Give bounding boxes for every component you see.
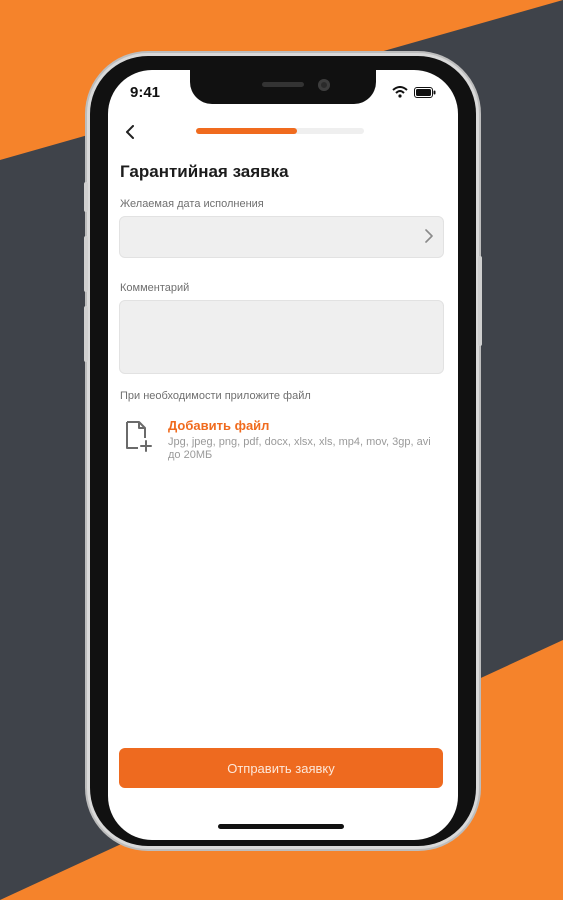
speaker — [262, 82, 304, 87]
wifi-icon — [392, 86, 408, 98]
volume-down-button — [84, 306, 88, 362]
chevron-right-icon — [425, 229, 433, 243]
battery-icon — [414, 86, 436, 98]
file-add-icon — [126, 421, 152, 452]
phone-frame: 9:41 Гарантийная заявка Желаемая дата ис… — [84, 56, 482, 846]
date-label: Желаемая дата исполнения — [120, 198, 264, 210]
allowed-formats-text: Jpg, jpeg, png, pdf, docx, xlsx, xls, mp… — [168, 436, 431, 461]
comment-label: Комментарий — [120, 282, 190, 294]
add-file-button[interactable]: Добавить файл Jpg, jpeg, png, pdf, docx,… — [120, 416, 440, 476]
comment-textarea[interactable] — [119, 300, 444, 374]
status-time: 9:41 — [130, 84, 161, 101]
status-icons — [392, 86, 436, 98]
front-camera — [318, 79, 330, 91]
notch — [190, 70, 376, 104]
attach-label: При необходимости приложите файл — [120, 390, 311, 402]
step-progress-fill — [196, 128, 297, 134]
app-screen: 9:41 Гарантийная заявка Желаемая дата ис… — [108, 70, 458, 840]
power-button — [478, 256, 482, 346]
page-title: Гарантийная заявка — [120, 162, 289, 181]
mute-switch — [84, 182, 88, 212]
submit-request-button[interactable]: Отправить заявку — [119, 748, 443, 788]
date-picker-field[interactable] — [119, 216, 444, 258]
back-button[interactable] — [116, 118, 144, 146]
volume-up-button — [84, 236, 88, 292]
home-indicator — [218, 824, 344, 829]
chevron-left-icon — [126, 125, 134, 139]
add-file-label: Добавить файл — [168, 418, 270, 433]
step-progress-bar — [196, 128, 364, 134]
